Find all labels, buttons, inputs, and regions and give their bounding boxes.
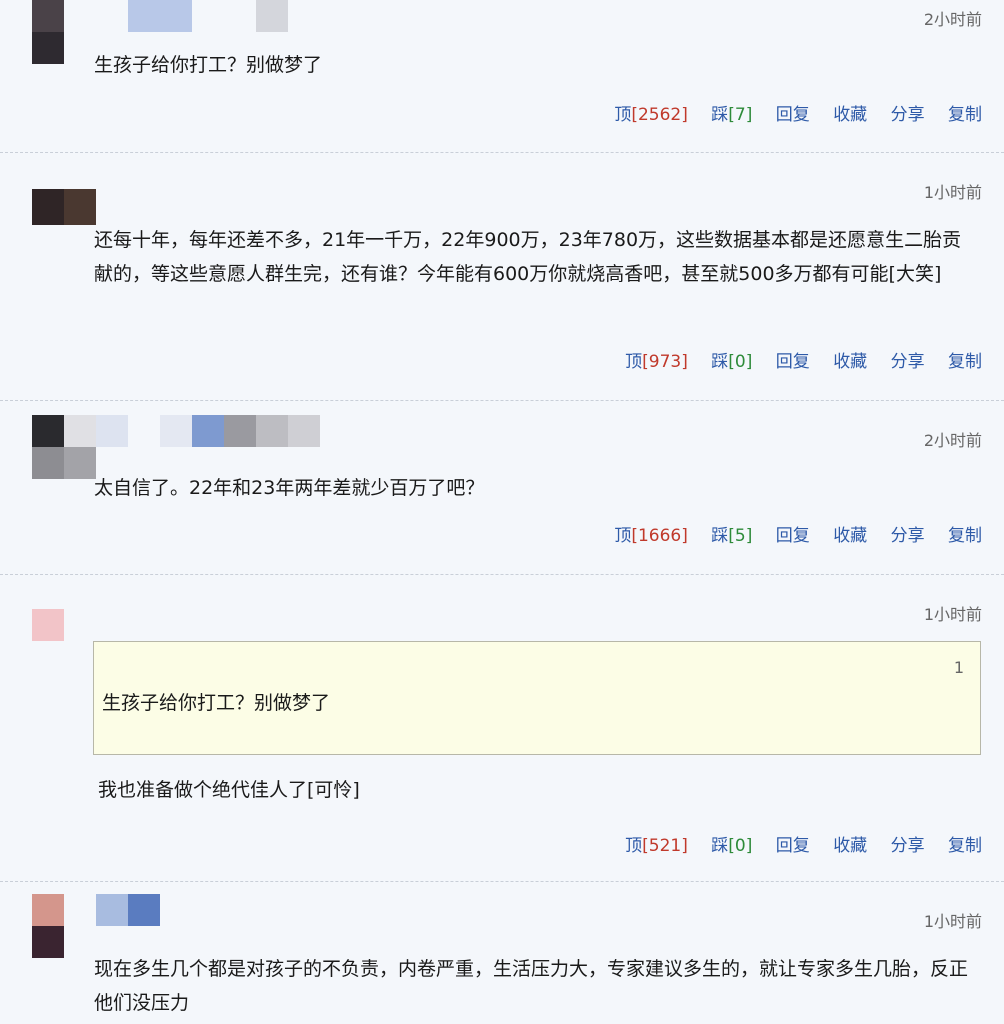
avatar[interactable]	[22, 0, 66, 64]
copy-button[interactable]: 复制	[948, 831, 982, 856]
comment-time: 2小时前	[923, 431, 982, 450]
avatar[interactable]	[22, 415, 102, 481]
reply-button[interactable]: 回复	[776, 347, 810, 372]
downvote-button[interactable]: 踩[0]	[711, 347, 752, 372]
quoted-comment: 1 生孩子给你打工？别做梦了	[93, 641, 981, 755]
quote-text: 生孩子给你打工？别做梦了	[102, 692, 331, 714]
downvote-button[interactable]: 踩[5]	[711, 521, 752, 546]
comment-item: 1小时前 1 生孩子给你打工？别做梦了 我也准备做个绝代佳人了[可怜] 顶[52…	[0, 575, 1004, 881]
comment-time: 1小时前	[923, 605, 982, 624]
upvote-button[interactable]: 顶[2562]	[614, 100, 688, 125]
avatar[interactable]	[22, 189, 102, 229]
comment-item: 1小时前 现在多生几个都是对孩子的不负责，内卷严重，生活压力大，专家建议多生的，…	[0, 882, 1004, 1024]
copy-button[interactable]: 复制	[948, 521, 982, 546]
comment-item: 1小时前 还每十年，每年还差不多，21年一千万，22年900万，23年780万，…	[0, 153, 1004, 400]
upvote-button[interactable]: 顶[521]	[625, 831, 688, 856]
avatar[interactable]	[22, 609, 66, 643]
comment-item: 2小时前 生孩子给你打工？别做梦了 顶[2562] 踩[7] 回复 收藏 分享 …	[0, 0, 1004, 152]
reply-button[interactable]: 回复	[776, 831, 810, 856]
share-button[interactable]: 分享	[891, 521, 925, 546]
quote-floor-number: 1	[953, 658, 964, 677]
comment-actions: 顶[521] 踩[0] 回复 收藏 分享 复制	[607, 831, 982, 856]
favorite-button[interactable]: 收藏	[833, 100, 867, 125]
copy-button[interactable]: 复制	[948, 347, 982, 372]
share-button[interactable]: 分享	[891, 100, 925, 125]
downvote-button[interactable]: 踩[7]	[711, 100, 752, 125]
upvote-button[interactable]: 顶[1666]	[614, 521, 688, 546]
comment-item: 2小时前 太自信了。22年和23年两年差就少百万了吧？ 顶[1666] 踩[5]…	[0, 401, 1004, 574]
favorite-button[interactable]: 收藏	[833, 831, 867, 856]
comment-text: 现在多生几个都是对孩子的不负责，内卷严重，生活压力大，专家建议多生的，就让专家多…	[94, 958, 969, 1014]
share-button[interactable]: 分享	[891, 831, 925, 856]
share-button[interactable]: 分享	[891, 347, 925, 372]
comment-actions: 顶[973] 踩[0] 回复 收藏 分享 复制	[607, 347, 982, 372]
comment-actions: 顶[2562] 踩[7] 回复 收藏 分享 复制	[596, 100, 982, 125]
comment-text: 我也准备做个绝代佳人了[可怜]	[98, 779, 360, 801]
avatar[interactable]	[22, 894, 66, 960]
comment-actions: 顶[1666] 踩[5] 回复 收藏 分享 复制	[596, 521, 982, 546]
comment-time: 2小时前	[923, 10, 982, 29]
favorite-button[interactable]: 收藏	[833, 347, 867, 372]
upvote-button[interactable]: 顶[973]	[625, 347, 688, 372]
comment-time: 1小时前	[923, 912, 982, 931]
favorite-button[interactable]: 收藏	[833, 521, 867, 546]
copy-button[interactable]: 复制	[948, 100, 982, 125]
downvote-button[interactable]: 踩[0]	[711, 831, 752, 856]
comment-time: 1小时前	[923, 183, 982, 202]
comment-text: 太自信了。22年和23年两年差就少百万了吧？	[94, 477, 485, 499]
reply-button[interactable]: 回复	[776, 521, 810, 546]
comment-text: 还每十年，每年还差不多，21年一千万，22年900万，23年780万，这些数据基…	[94, 229, 962, 285]
reply-button[interactable]: 回复	[776, 100, 810, 125]
comment-text: 生孩子给你打工？别做梦了	[94, 54, 323, 76]
